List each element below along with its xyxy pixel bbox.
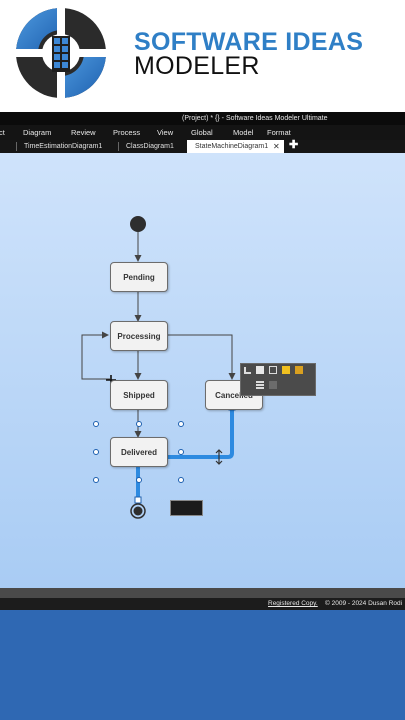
menu-bar: ct Diagram Review Process View Global Mo… bbox=[0, 125, 405, 140]
copy-icon[interactable] bbox=[256, 366, 264, 374]
state-delivered[interactable]: Delivered bbox=[110, 437, 168, 467]
tooltip-box bbox=[170, 500, 203, 516]
tab-state-machine-diagram[interactable]: StateMachineDiagram1 ✕ bbox=[187, 140, 284, 153]
tab-separator bbox=[118, 142, 119, 151]
selection-handle[interactable] bbox=[136, 421, 142, 427]
plus-icon[interactable]: ✚ bbox=[289, 139, 298, 152]
tab-class-diagram[interactable]: ClassDiagram1 bbox=[126, 140, 174, 153]
tab-time-estimation-diagram[interactable]: TimeEstimationDiagram1 bbox=[24, 140, 102, 153]
state-label: Pending bbox=[123, 272, 155, 282]
selection-handle[interactable] bbox=[93, 477, 99, 483]
state-shipped[interactable]: Shipped bbox=[110, 380, 168, 410]
folder-icon[interactable] bbox=[282, 366, 290, 374]
status-bar: Registered Copy. © 2009 - 2024 Dusan Rod… bbox=[0, 598, 405, 610]
state-label: Delivered bbox=[120, 447, 158, 457]
connect-icon[interactable] bbox=[244, 367, 251, 374]
tab-bar: TimeEstimationDiagram1 ClassDiagram1 Sta… bbox=[0, 139, 405, 153]
close-icon[interactable]: ✕ bbox=[273, 140, 280, 153]
menu-item-format[interactable]: Format bbox=[267, 125, 291, 140]
diagram-canvas[interactable]: Pending Processing Shipped Cancelled Del… bbox=[0, 153, 405, 588]
menu-item-review[interactable]: Review bbox=[71, 125, 96, 140]
group-icon[interactable] bbox=[269, 366, 277, 374]
brand-banner: SOFTWARE IDEAS MODELER bbox=[0, 0, 405, 112]
state-pending[interactable]: Pending bbox=[110, 262, 168, 292]
final-state-core bbox=[133, 506, 143, 516]
horizontal-scrollbar[interactable] bbox=[0, 588, 405, 598]
list-icon[interactable] bbox=[256, 381, 264, 389]
brand-name-line2: MODELER bbox=[134, 52, 260, 80]
bottom-panel bbox=[0, 610, 405, 720]
state-label: Processing bbox=[117, 331, 161, 341]
selection-handle[interactable] bbox=[93, 449, 99, 455]
copyright-text: © 2009 - 2024 Dusan Rodi bbox=[325, 600, 403, 607]
selection-handle[interactable] bbox=[93, 421, 99, 427]
window-title: (Project) * {} - Software Ideas Modeler … bbox=[182, 115, 328, 122]
menu-item-process[interactable]: Process bbox=[113, 125, 140, 140]
menu-item-model[interactable]: Model bbox=[233, 125, 253, 140]
sim-logo-icon bbox=[16, 8, 106, 98]
registered-copy-link[interactable]: Registered Copy. bbox=[268, 598, 318, 610]
style-icon[interactable] bbox=[269, 381, 277, 389]
tab-label: StateMachineDiagram1 bbox=[195, 143, 269, 150]
menu-item-view[interactable]: View bbox=[157, 125, 173, 140]
selection-handle[interactable] bbox=[178, 477, 184, 483]
quick-actions-popup bbox=[240, 363, 316, 396]
app-window: (Project) * {} - Software Ideas Modeler … bbox=[0, 112, 405, 610]
menu-item-diagram[interactable]: Diagram bbox=[23, 125, 51, 140]
state-label: Shipped bbox=[123, 390, 155, 400]
selection-handle[interactable] bbox=[178, 449, 184, 455]
transition-shipped-processing[interactable] bbox=[81, 331, 110, 380]
selection-handle[interactable] bbox=[136, 477, 142, 483]
diagram-connectors bbox=[81, 216, 236, 519]
selection-handle[interactable] bbox=[178, 421, 184, 427]
package-icon[interactable] bbox=[295, 366, 303, 374]
title-bar: (Project) * {} - Software Ideas Modeler … bbox=[0, 112, 405, 125]
tab-separator bbox=[16, 142, 17, 151]
menu-item-global[interactable]: Global bbox=[191, 125, 213, 140]
initial-state-icon[interactable] bbox=[130, 216, 146, 232]
transition-processing-cancelled[interactable] bbox=[166, 334, 236, 380]
menu-item-project[interactable]: ct bbox=[0, 125, 5, 140]
state-processing[interactable]: Processing bbox=[110, 321, 168, 351]
connector-handle[interactable] bbox=[134, 496, 142, 504]
